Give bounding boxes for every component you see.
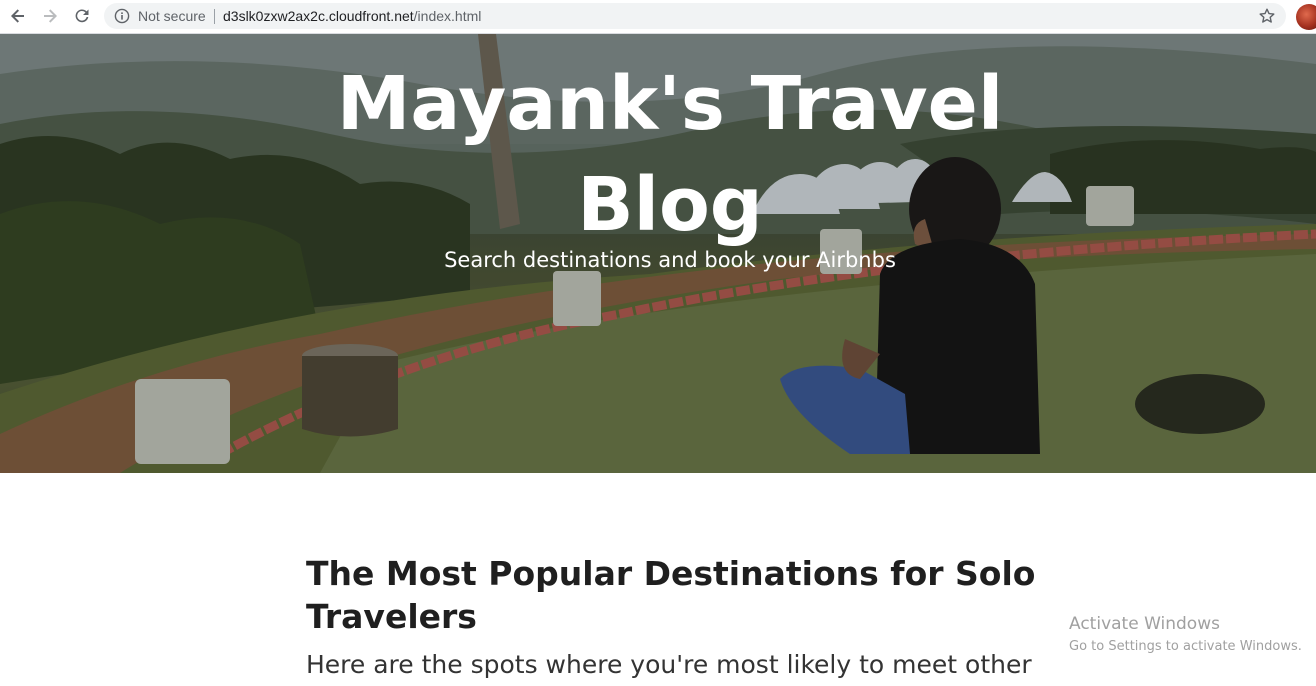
windows-watermark-title: Activate Windows [1069, 614, 1220, 634]
hero-banner: Mayank's Travel Blog Search destinations… [0, 34, 1316, 473]
article-title: The Most Popular Destinations for Solo T… [306, 554, 1036, 636]
star-icon[interactable] [1258, 7, 1276, 25]
forward-arrow-icon[interactable] [38, 5, 62, 27]
hero-title: Mayank's Travel Blog [336, 61, 1004, 248]
windows-watermark-subtitle: Go to Settings to activate Windows. [1069, 639, 1302, 654]
back-arrow-icon[interactable] [6, 5, 30, 27]
url-path: /index.html [413, 8, 482, 24]
profile-avatar[interactable] [1296, 4, 1316, 30]
reload-icon[interactable] [70, 5, 94, 27]
url-text[interactable]: d3slk0zxw2ax2c.cloudfront.net/index.html [223, 7, 481, 25]
address-separator [214, 9, 215, 24]
address-bar[interactable]: Not secure d3slk0zxw2ax2c.cloudfront.net… [104, 3, 1286, 29]
hero-subtitle: Search destinations and book your Airbnb… [444, 248, 896, 272]
security-label: Not secure [138, 8, 206, 24]
article-subtitle: Here are the spots where you're most lik… [306, 650, 1032, 679]
info-icon[interactable] [114, 8, 130, 24]
url-host: d3slk0zxw2ax2c.cloudfront.net [223, 8, 414, 24]
browser-toolbar: Not secure d3slk0zxw2ax2c.cloudfront.net… [0, 0, 1316, 34]
